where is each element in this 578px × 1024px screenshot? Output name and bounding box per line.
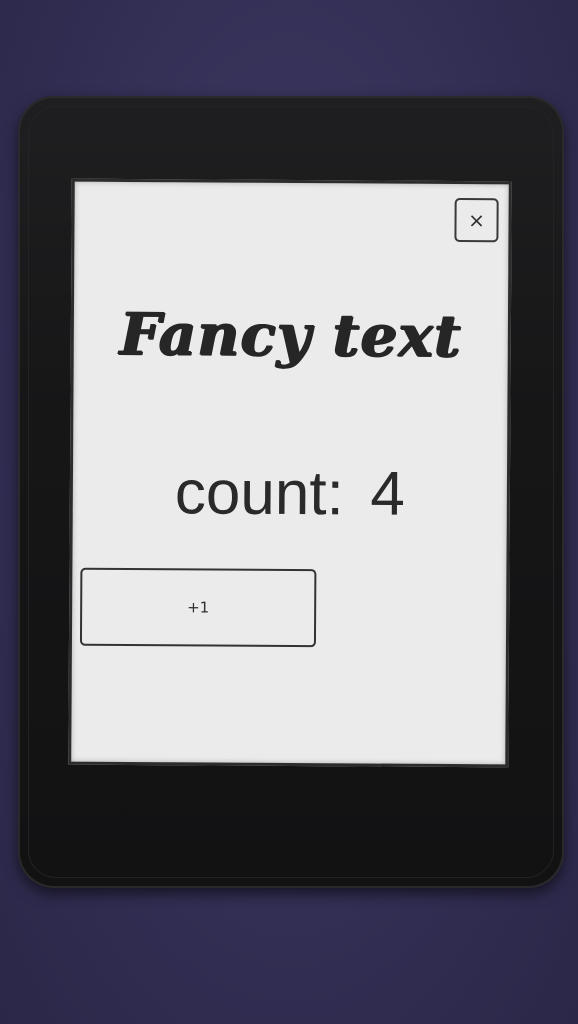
count-value: 4 bbox=[370, 459, 406, 529]
counter-display: count: 4 bbox=[73, 457, 507, 531]
eink-screen: × Fancy text count: 4 +1 bbox=[68, 178, 512, 768]
ereader-device: × Fancy text count: 4 +1 bbox=[18, 96, 564, 888]
close-button[interactable]: × bbox=[454, 198, 499, 243]
increment-button-label: +1 bbox=[187, 598, 210, 617]
increment-button[interactable]: +1 bbox=[79, 567, 317, 648]
fancy-title: Fancy text bbox=[119, 299, 463, 371]
close-icon: × bbox=[468, 208, 485, 233]
count-label: count: bbox=[174, 458, 345, 529]
